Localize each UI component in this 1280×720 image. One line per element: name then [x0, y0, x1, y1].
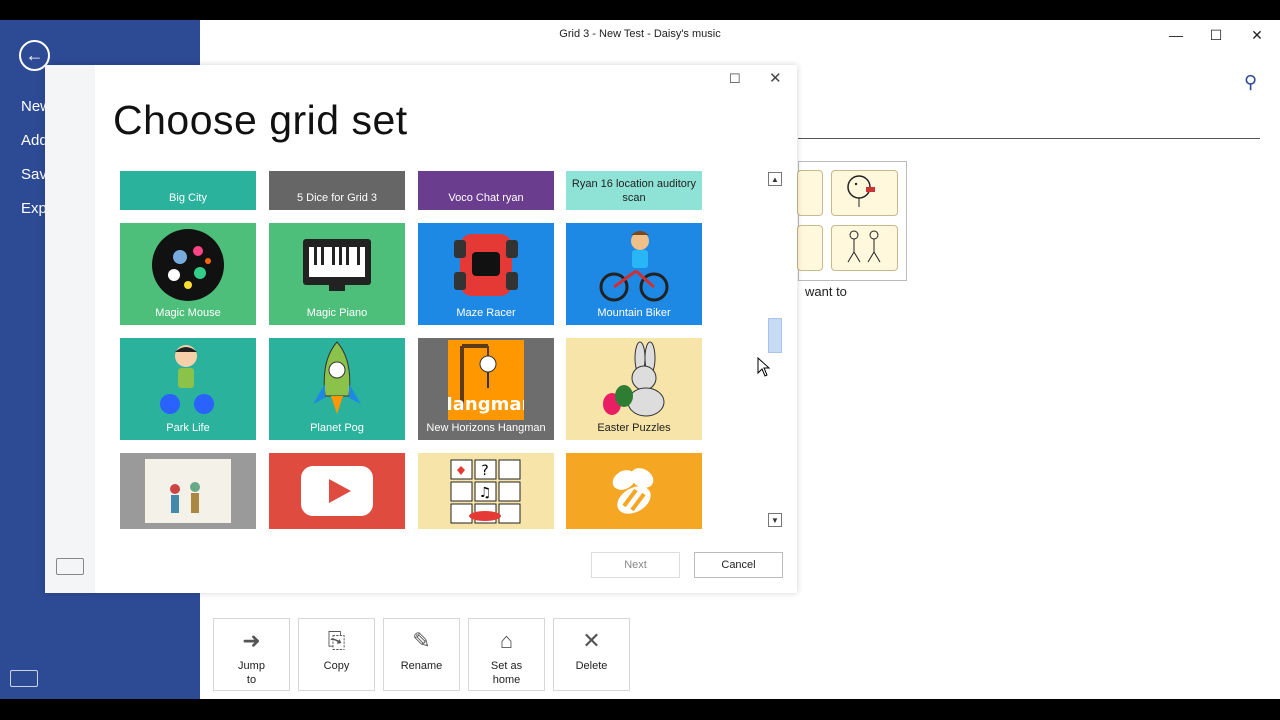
grid-tile-mountain-biker[interactable]: Mountain Biker	[566, 223, 702, 325]
delete-icon: ✕	[582, 628, 601, 653]
sidebar-item-add[interactable]: Add	[21, 132, 48, 149]
minimize-button[interactable]: —	[1156, 24, 1196, 46]
button-label: Jump to	[238, 660, 265, 686]
grid-tile-easter-puzzles[interactable]: Easter Puzzles	[566, 338, 702, 440]
jump-to-button[interactable]: ➜ Jump to	[213, 618, 290, 691]
scroll-down-button[interactable]: ▼	[768, 513, 782, 527]
next-button[interactable]: Next	[591, 552, 680, 578]
book-cover-icon	[120, 453, 256, 529]
dialog-maximize-button[interactable]: ☐	[729, 71, 741, 87]
grid-tile-big-city[interactable]: Big City	[120, 171, 256, 210]
grid-tile-magic-mouse[interactable]: Magic Mouse	[120, 223, 256, 325]
button-label: Set as home	[490, 660, 523, 686]
divider	[798, 138, 1260, 139]
preview-cell-drink	[831, 170, 898, 216]
biker-icon	[566, 223, 702, 307]
delete-button[interactable]: ✕ Delete	[553, 618, 630, 691]
grid-tile-5-dice[interactable]: 5 Dice for Grid 3	[269, 171, 405, 210]
svg-text:?: ?	[481, 463, 488, 479]
scrollbar-thumb[interactable]	[768, 318, 782, 353]
grid-tile-maze-racer[interactable]: Maze Racer	[418, 223, 554, 325]
maximize-button[interactable]: ☐	[1196, 24, 1236, 46]
cancel-button[interactable]: Cancel	[694, 552, 783, 578]
grid-preview[interactable]	[797, 161, 907, 281]
copy-button[interactable]: ⎘ Copy	[298, 618, 375, 691]
svg-text:♫: ♫	[479, 485, 492, 501]
grid-tile-bee[interactable]	[566, 453, 702, 529]
keyboard-icon[interactable]	[56, 558, 84, 575]
preview-caption: want to	[805, 284, 847, 299]
bee-icon	[566, 453, 702, 529]
tile-label: New Horizons Hangman	[426, 422, 546, 434]
window-title: Grid 3 - New Test - Daisy's music	[559, 28, 721, 40]
button-label: Copy	[323, 660, 350, 672]
tile-label: Ryan 16 location auditory scan	[571, 178, 697, 204]
boy-on-bike-icon	[120, 338, 256, 422]
preview-cell-play	[831, 225, 898, 271]
grid-tile-voco-chat-ryan[interactable]: Voco Chat ryan	[418, 171, 554, 210]
scroll-up-button[interactable]: ▲	[768, 172, 782, 186]
grid-set-list: Big City 5 Dice for Grid 3 Voco Chat rya…	[120, 171, 708, 529]
rabbit-icon	[566, 338, 702, 422]
arrow-right-icon: ➜	[242, 628, 261, 653]
set-as-home-button[interactable]: ⌂ Set as home	[468, 618, 545, 691]
grid-tile-youtube[interactable]	[269, 453, 405, 529]
dialog-title: Choose grid set	[113, 97, 408, 143]
button-label: Rename	[400, 660, 443, 672]
tile-label: Mountain Biker	[597, 307, 671, 319]
grid-tile-hangman[interactable]: Hangman New Horizons Hangman	[418, 338, 554, 440]
dialog-side-strip	[45, 65, 95, 593]
rocket-icon	[269, 338, 405, 422]
mouse-cursor-icon	[757, 356, 771, 382]
grid-tile-magic-piano[interactable]: Magic Piano	[269, 223, 405, 325]
svg-text:Hangman: Hangman	[448, 394, 524, 415]
preview-cell	[797, 225, 823, 271]
race-car-icon	[418, 223, 554, 307]
copy-icon: ⎘	[327, 628, 346, 653]
search-icon[interactable]: ⚲	[1244, 72, 1257, 93]
tile-label: Easter Puzzles	[597, 422, 671, 434]
dialog-close-button[interactable]: ✕	[769, 69, 782, 87]
preview-cell	[797, 170, 823, 216]
rename-icon: ✎	[412, 628, 431, 653]
app-window: ⚲ want to ← New Add Save Exp Grid 3 - Ne…	[0, 20, 1280, 699]
home-icon: ⌂	[499, 628, 514, 653]
grid-tile-park-life[interactable]: Park Life	[120, 338, 256, 440]
piano-icon	[269, 223, 405, 307]
sidebar-item-export[interactable]: Exp	[21, 200, 47, 217]
tile-label: Planet Pog	[310, 422, 364, 434]
tile-label: Park Life	[166, 422, 210, 434]
tile-label: Magic Piano	[306, 307, 368, 319]
youtube-icon	[269, 453, 405, 529]
close-button[interactable]: ✕	[1237, 24, 1277, 46]
choose-grid-set-dialog: ☐ ✕ Choose grid set Big City 5 Dice for …	[45, 65, 797, 593]
tile-label: Maze Racer	[456, 307, 516, 319]
tile-label: Magic Mouse	[155, 307, 221, 319]
grid-tile-ryan-auditory-scan[interactable]: Ryan 16 location auditory scan	[566, 171, 702, 210]
grid-tile-symbols[interactable]: ? ♫	[418, 453, 554, 529]
tile-label: 5 Dice for Grid 3	[296, 192, 378, 204]
title-bar: Grid 3 - New Test - Daisy's music — ☐ ✕	[0, 20, 1280, 48]
keyboard-icon[interactable]	[10, 670, 38, 687]
grid-tile-planet-pog[interactable]: Planet Pog	[269, 338, 405, 440]
symbol-grid-icon: ? ♫	[418, 453, 554, 529]
tile-label: Big City	[169, 192, 207, 204]
tile-label: Voco Chat ryan	[448, 192, 524, 204]
magic-mouse-icon	[120, 223, 256, 307]
grid-tile-bear-hunt[interactable]	[120, 453, 256, 529]
hangman-icon: Hangman	[418, 338, 554, 422]
button-label: Delete	[575, 660, 608, 672]
rename-button[interactable]: ✎ Rename	[383, 618, 460, 691]
